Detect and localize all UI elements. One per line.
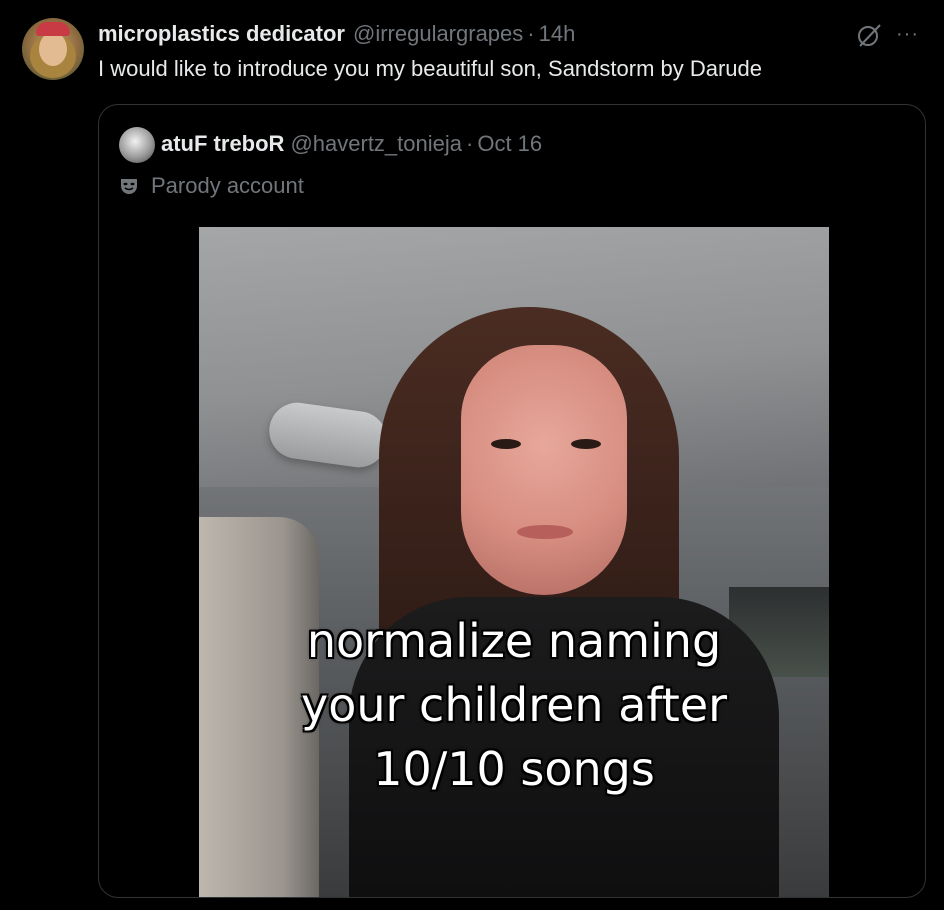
- mask-icon: [121, 179, 137, 194]
- separator-dot: ·: [527, 21, 535, 46]
- quoted-handle[interactable]: @havertz_tonieja: [290, 131, 462, 157]
- quoted-timestamp[interactable]: Oct 16: [477, 131, 542, 157]
- author-display-name[interactable]: microplastics dedicator: [98, 21, 345, 47]
- parody-account-label: Parody account: [119, 173, 304, 199]
- parody-text: Parody account: [151, 173, 304, 198]
- image-caption: normalize naming your children after 10/…: [199, 609, 829, 801]
- caption-line: your children after: [300, 678, 728, 732]
- author-handle[interactable]: @irregulargrapes: [353, 21, 523, 47]
- tweet-header: microplastics dedicator @irregulargrapes…: [98, 20, 575, 48]
- grok-icon[interactable]: [856, 22, 882, 48]
- separator-dot: ·: [466, 131, 474, 156]
- quoted-display-name[interactable]: atuF treboR: [161, 131, 284, 157]
- avatar-hat: [36, 22, 70, 36]
- person-eye: [491, 439, 521, 449]
- tweet-text: I would like to introduce you my beautif…: [98, 56, 763, 81]
- person-mouth: [517, 525, 573, 539]
- avatar-face: [39, 32, 67, 66]
- quoted-tweet-header: atuF treboR @havertz_tonieja · Oct 16: [161, 131, 542, 157]
- person-eye: [571, 439, 601, 449]
- author-avatar[interactable]: [22, 18, 84, 80]
- person-face: [461, 345, 627, 595]
- caption-line: normalize naming: [306, 614, 722, 668]
- quoted-media-image[interactable]: normalize naming your children after 10/…: [199, 227, 829, 897]
- quoted-tweet[interactable]: atuF treboR @havertz_tonieja · Oct 16 Pa…: [98, 104, 926, 898]
- more-icon[interactable]: ···: [896, 24, 926, 44]
- tweet-timestamp[interactable]: 14h: [539, 21, 576, 47]
- caption-line: 10/10 songs: [373, 742, 655, 796]
- tweet[interactable]: microplastics dedicator @irregulargrapes…: [0, 0, 944, 910]
- quoted-author-avatar[interactable]: [119, 127, 155, 163]
